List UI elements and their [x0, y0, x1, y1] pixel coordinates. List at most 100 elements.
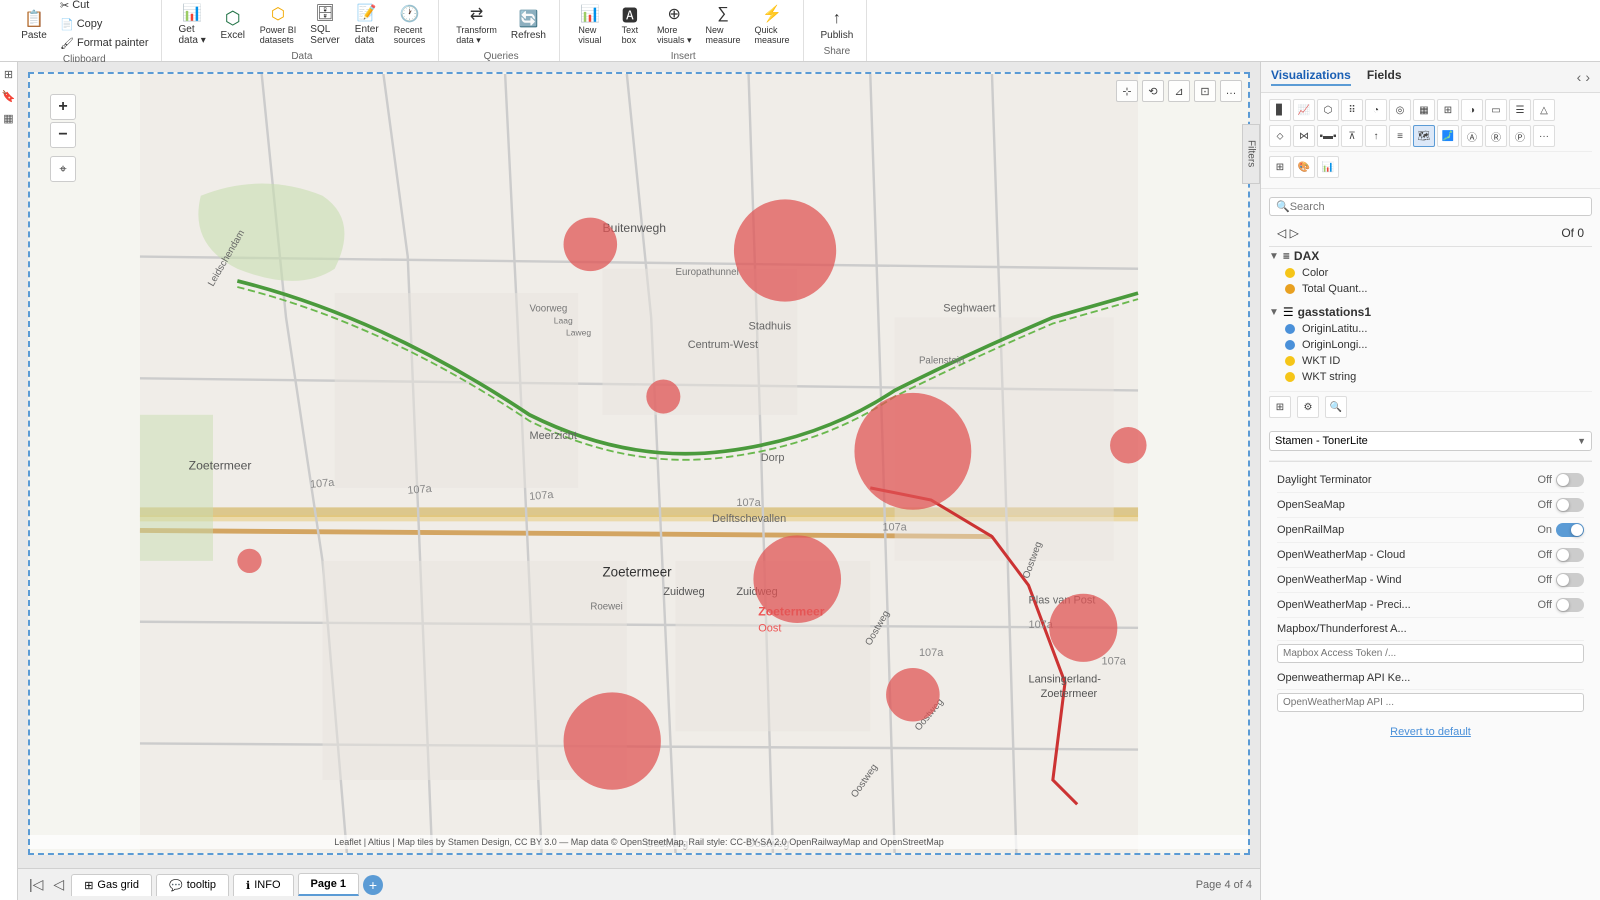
left-icon-pages[interactable]: ⊞ [1, 66, 17, 82]
viz-pie[interactable]: ◔ [1365, 99, 1387, 121]
map-filter-icon[interactable]: ⊿ [1168, 80, 1190, 102]
svg-text:Oost: Oost [758, 622, 781, 634]
toggle-openseamap-track[interactable] [1556, 498, 1584, 512]
transform-data-button[interactable]: ⇄ Transformdata ▾ [451, 0, 502, 49]
viz-waterfall[interactable]: ⬦ [1269, 125, 1291, 147]
viz-kpi[interactable]: ↑ [1365, 125, 1387, 147]
viz-map-active[interactable]: 🗺 [1413, 125, 1435, 147]
viz-python[interactable]: Ⓟ [1509, 125, 1531, 147]
viz-slicer[interactable]: ≡ [1389, 125, 1411, 147]
left-icon-selection[interactable]: ▦ [1, 110, 17, 126]
excel-button[interactable]: ⬡ Excel [215, 5, 251, 44]
viz-bar-chart[interactable]: ▊ [1269, 99, 1291, 121]
tree-child-originlong[interactable]: OriginLongi... [1269, 337, 1592, 353]
page-prev-btn[interactable]: ◁ [50, 876, 67, 893]
svg-text:107a: 107a [310, 477, 336, 491]
toggle-openrailmap-track[interactable] [1556, 523, 1584, 537]
map-icon-format[interactable]: ⚙ [1297, 396, 1319, 418]
power-bi-datasets-button[interactable]: ⬡ Power BIdatasets [255, 0, 302, 48]
add-page-button[interactable]: + [363, 875, 383, 895]
tab-page1[interactable]: Page 1 [298, 873, 359, 896]
viz-field-wells[interactable]: ⊞ [1269, 156, 1291, 178]
viz-analytics[interactable]: 📊 [1317, 156, 1339, 178]
tree-child-originlat[interactable]: OriginLatitu... [1269, 321, 1592, 337]
viz-ribbon[interactable]: ⋈ [1293, 125, 1315, 147]
tree-child-wkt-string[interactable]: WKT string [1269, 369, 1592, 385]
viz-donut[interactable]: ◎ [1389, 99, 1411, 121]
new-visual-button[interactable]: 📊 Newvisual [572, 0, 608, 48]
toggle-owm-preci-track[interactable] [1556, 598, 1584, 612]
toggle-daylight-track[interactable] [1556, 473, 1584, 487]
tab-tooltip[interactable]: 💬 tooltip [156, 874, 229, 896]
tab-gas-grid[interactable]: ⊞ Gas grid [71, 874, 152, 896]
toggle-daylight[interactable]: Off [1538, 473, 1584, 487]
viz-histogram[interactable]: ▪▬▪ [1317, 125, 1339, 147]
viz-more[interactable]: ··· [1533, 125, 1555, 147]
filters-toggle[interactable]: Filters [1242, 124, 1260, 184]
viz-table[interactable]: ☰ [1509, 99, 1531, 121]
tree-child-color[interactable]: Color [1269, 265, 1592, 281]
viz-line-chart[interactable]: 📈 [1293, 99, 1315, 121]
cut-button[interactable]: ✂ Cut [56, 0, 153, 14]
panel-arrow-left[interactable]: ‹ [1577, 69, 1582, 85]
quick-measure-button[interactable]: ⚡ Quickmeasure [749, 0, 794, 48]
enter-data-button[interactable]: 📝 Enterdata [349, 0, 385, 49]
panel-arrow-right[interactable]: › [1585, 69, 1590, 85]
of-badge-arrows[interactable]: ◁ ▷ [1277, 226, 1299, 240]
tab-info[interactable]: ℹ INFO [233, 874, 293, 896]
viz-treemap[interactable]: ▦ [1413, 99, 1435, 121]
viz-matrix[interactable]: ⊞ [1437, 99, 1459, 121]
toggle-owm-cloud-track[interactable] [1556, 548, 1584, 562]
map-icon-table[interactable]: ⊞ [1269, 396, 1291, 418]
sql-server-button[interactable]: 🗄 SQLServer [305, 0, 344, 49]
map-ellipsis-icon[interactable]: … [1220, 80, 1242, 102]
viz-combo[interactable]: ⊼ [1341, 125, 1363, 147]
gasstations-header[interactable]: ▼ ☰ gasstations1 [1269, 303, 1592, 321]
fields-search-input[interactable] [1290, 201, 1585, 213]
copy-button[interactable]: 📄 Copy [56, 16, 153, 33]
toggle-openseamap[interactable]: Off [1538, 498, 1584, 512]
fields-search-row[interactable]: 🔍 [1269, 197, 1592, 216]
get-data-button[interactable]: 📊 Getdata ▾ [174, 0, 211, 49]
publish-button[interactable]: ↑ Publish [816, 5, 859, 44]
viz-filled-map[interactable]: 🗾 [1437, 125, 1459, 147]
dax-header[interactable]: ▼ ≡ DAX [1269, 247, 1592, 265]
viz-scatter[interactable]: ⠿ [1341, 99, 1363, 121]
toggle-owm-wind-track[interactable] [1556, 573, 1584, 587]
format-painter-button[interactable]: 🖌 Format painter [56, 35, 153, 52]
tab-fields[interactable]: Fields [1367, 68, 1402, 86]
toggle-owm-cloud[interactable]: Off [1538, 548, 1584, 562]
page-first-btn[interactable]: |◁ [26, 876, 46, 893]
mapbox-token-input[interactable] [1277, 644, 1584, 663]
stamen-select[interactable]: Stamen - TonerLite Stamen - Toner OpenSt… [1269, 431, 1592, 451]
toggle-openrailmap[interactable]: On [1537, 523, 1584, 537]
viz-gauge[interactable]: ◑ [1461, 99, 1483, 121]
toggle-owm-preci[interactable]: Off [1538, 598, 1584, 612]
tab-visualizations[interactable]: Visualizations [1271, 68, 1351, 86]
new-measure-button[interactable]: ∑ Newmeasure [700, 0, 745, 48]
viz-area-chart[interactable]: ⬡ [1317, 99, 1339, 121]
zoom-in-button[interactable]: + [50, 94, 76, 120]
map-search-button[interactable]: ⌖ [50, 156, 76, 182]
revert-button[interactable]: Revert to default [1380, 722, 1481, 742]
left-icon-bookmarks[interactable]: 🔖 [1, 88, 17, 104]
recent-sources-button[interactable]: 🕐 Recentsources [389, 0, 431, 48]
map-focus-icon[interactable]: ⊡ [1194, 80, 1216, 102]
tree-child-wkt-id[interactable]: WKT ID [1269, 353, 1592, 369]
paste-button[interactable]: 📋 Paste [16, 5, 52, 44]
viz-format[interactable]: 🎨 [1293, 156, 1315, 178]
more-visuals-button[interactable]: ⊕ Morevisuals ▾ [652, 0, 697, 49]
layer-owm-wind-label: OpenWeatherMap - Wind [1277, 574, 1402, 586]
viz-azure-map[interactable]: Ⓐ [1461, 125, 1483, 147]
viz-card[interactable]: ▭ [1485, 99, 1507, 121]
zoom-out-button[interactable]: − [50, 122, 76, 148]
viz-r-visual[interactable]: Ⓡ [1485, 125, 1507, 147]
panel-tabs: Visualizations Fields [1271, 68, 1402, 86]
tree-child-total-quant[interactable]: Total Quant... [1269, 281, 1592, 297]
map-icon-magnifier[interactable]: 🔍 [1325, 396, 1347, 418]
owm-api-input[interactable] [1277, 693, 1584, 712]
viz-funnel[interactable]: △ [1533, 99, 1555, 121]
refresh-button[interactable]: 🔄 Refresh [506, 5, 551, 44]
toggle-owm-wind[interactable]: Off [1538, 573, 1584, 587]
text-box-button[interactable]: 🅰 Textbox [612, 0, 648, 48]
